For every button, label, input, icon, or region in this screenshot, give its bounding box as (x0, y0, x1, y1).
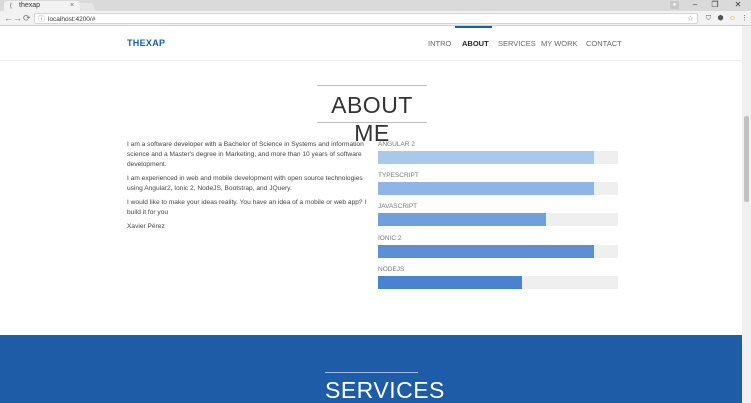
skill-label: NODEJS (378, 266, 405, 273)
address-bar: ← → ⟳ ⓘ localhost:4200/# ☆ ⛉ ⬢ ☺ ⋮ (0, 11, 751, 26)
skill-progress-fill (378, 182, 594, 195)
skill-progress-track (378, 245, 618, 258)
reload-button[interactable]: ⟳ (23, 13, 31, 24)
skill-progress-track (378, 276, 618, 289)
url-text: localhost:4200/# (48, 16, 96, 23)
nav-item-contact[interactable]: CONTACT (586, 39, 622, 48)
nav-item-services[interactable]: SERVICES (498, 39, 536, 48)
about-paragraph: I am a software developer with a Bachelo… (127, 141, 364, 168)
skill-progress-fill (378, 213, 546, 226)
forward-button[interactable]: → (13, 13, 22, 24)
skill-label: JAVASCRIPT (378, 203, 418, 210)
skill-progress-track (378, 182, 618, 195)
user-profile-icon[interactable]: ● (670, 1, 679, 9)
back-button[interactable]: ← (4, 13, 13, 24)
bookmark-star-icon[interactable]: ☆ (687, 14, 694, 24)
services-title: SERVICES (325, 377, 445, 403)
about-paragraph: I would like to make your ideas reality.… (127, 199, 367, 216)
skill-progress-fill (378, 151, 594, 164)
favicon-icon: ᛕ (9, 3, 14, 10)
services-title-divider (325, 372, 418, 373)
page-viewport: THEXAP INTRO ABOUT SERVICES MY WORK CONT… (0, 26, 742, 403)
brand-logo[interactable]: THEXAP (127, 38, 165, 48)
skill-label: IONIC 2 (378, 235, 402, 242)
nav-item-intro[interactable]: INTRO (428, 39, 451, 48)
window-close-button[interactable]: ✕ (727, 0, 749, 11)
skill-progress-fill (378, 276, 522, 289)
title-divider-bottom (317, 122, 427, 123)
services-section: SERVICES (0, 335, 742, 403)
shield-extension-icon[interactable]: ⛉ (704, 14, 713, 23)
adblock-extension-icon[interactable]: ⬢ (716, 14, 725, 23)
site-navbar: THEXAP INTRO ABOUT SERVICES MY WORK CONT… (0, 26, 742, 61)
about-paragraph: I am experienced in web and mobile devel… (127, 175, 363, 192)
about-signature: Xavier Pérez (127, 223, 165, 230)
tab-close-icon[interactable]: × (70, 2, 74, 10)
tab-title: thexap (19, 2, 41, 9)
nav-item-about[interactable]: ABOUT (462, 39, 489, 48)
minimize-button[interactable]: – (684, 0, 706, 11)
url-input[interactable]: ⓘ localhost:4200/# ☆ (34, 13, 698, 24)
skill-progress-track (378, 151, 618, 164)
skill-progress-track (378, 213, 618, 226)
active-nav-indicator (455, 26, 492, 28)
smiley-extension-icon[interactable]: ☺ (728, 14, 737, 23)
about-title: ABOUT ME (331, 92, 413, 146)
scrollbar-thumb[interactable] (744, 116, 749, 202)
about-description: I am a software developer with a Bachelo… (127, 140, 367, 236)
browser-menu-icon[interactable]: ⋮ (740, 14, 749, 23)
site-info-icon[interactable]: ⓘ (38, 15, 45, 24)
skill-label: ANGULAR 2 (378, 141, 415, 148)
nav-item-my-work[interactable]: MY WORK (541, 39, 578, 48)
maximize-button[interactable]: ❐ (704, 0, 726, 11)
skill-progress-fill (378, 245, 594, 258)
skill-label: TYPESCRIPT (378, 172, 419, 179)
browser-tab-bar: ᛕ thexap × ● – ❐ ✕ (0, 0, 751, 11)
page-scrollbar[interactable] (742, 26, 751, 403)
title-divider-top (317, 85, 427, 86)
browser-tab[interactable]: ᛕ thexap × (4, 1, 80, 11)
new-tab-button[interactable] (78, 3, 96, 11)
